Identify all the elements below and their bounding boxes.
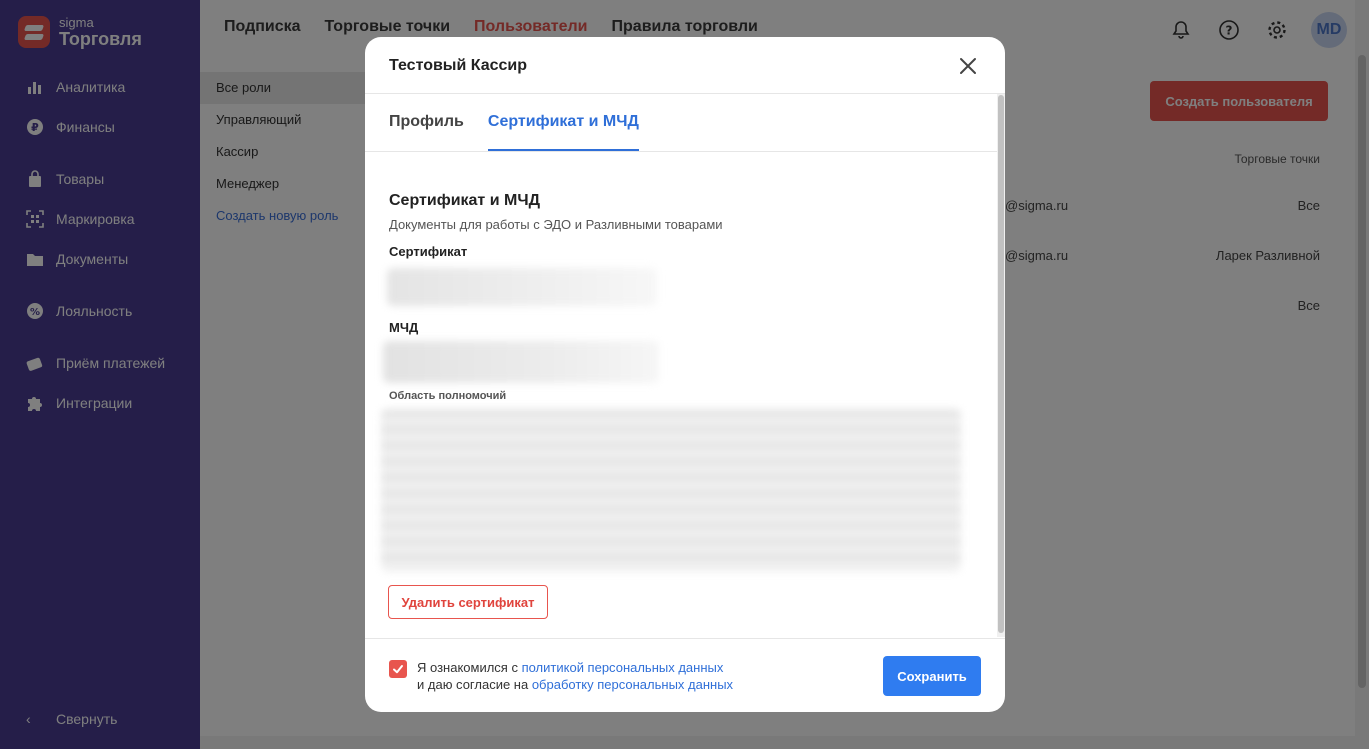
- dialog-tabs: Профиль Сертификат и МЧД: [389, 113, 639, 151]
- section-subtitle: Документы для работы с ЭДО и Разливными …: [389, 217, 723, 232]
- privacy-policy-link[interactable]: политикой персональных данных: [522, 660, 724, 675]
- section-title: Сертификат и МЧД: [389, 192, 540, 209]
- consent-text: Я ознакомился с политикой персональных д…: [417, 659, 733, 693]
- consent-checkbox[interactable]: [389, 660, 407, 678]
- tab-profile[interactable]: Профиль: [389, 113, 464, 151]
- certificate-value-redacted: [387, 268, 657, 306]
- mcd-label: МЧД: [389, 320, 419, 335]
- mcd-value-redacted: [383, 341, 659, 383]
- divider: [365, 638, 1005, 639]
- divider: [365, 93, 1005, 94]
- scope-value-redacted: [381, 409, 961, 571]
- divider: [365, 151, 997, 152]
- dialog-scrollbar-thumb[interactable]: [998, 95, 1004, 633]
- dialog-title: Тестовый Кассир: [389, 57, 528, 74]
- data-processing-link[interactable]: обработку персональных данных: [532, 677, 733, 692]
- consent-part1: Я ознакомился с: [417, 660, 522, 675]
- dialog-scrollbar[interactable]: [997, 94, 1005, 637]
- tab-certificate[interactable]: Сертификат и МЧД: [487, 113, 639, 151]
- close-icon[interactable]: [957, 55, 979, 77]
- scope-label: Область полномочий: [389, 390, 507, 402]
- certificate-label: Сертификат: [389, 244, 468, 259]
- check-icon: [393, 665, 403, 674]
- user-dialog: Тестовый Кассир Профиль Сертификат и МЧД…: [365, 37, 1005, 712]
- consent-part2: и даю согласие на: [417, 677, 532, 692]
- save-button[interactable]: Сохранить: [883, 656, 981, 696]
- delete-certificate-button[interactable]: Удалить сертификат: [388, 585, 548, 619]
